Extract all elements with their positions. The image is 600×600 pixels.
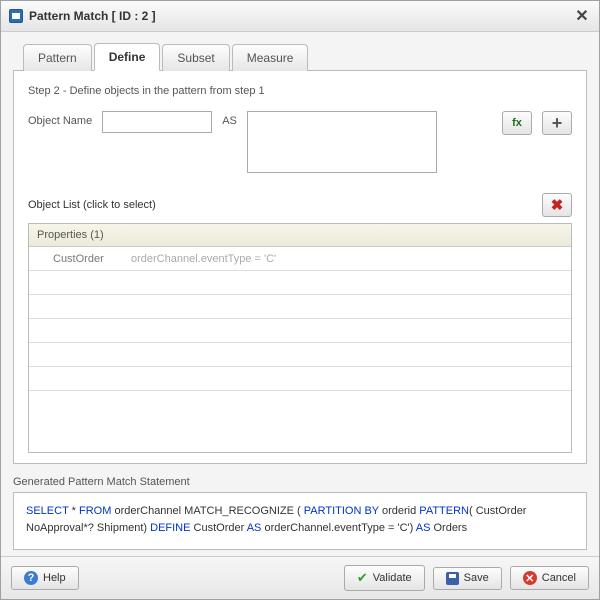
tabs: Pattern Define Subset Measure	[23, 42, 587, 70]
table-body: CustOrder orderChannel.eventType = 'C'	[29, 247, 571, 391]
object-list-label: Object List (click to select)	[28, 199, 156, 211]
table-row[interactable]	[29, 367, 571, 391]
table-row[interactable]: CustOrder orderChannel.eventType = 'C'	[29, 247, 571, 271]
plus-icon: +	[552, 113, 563, 134]
cancel-label: Cancel	[542, 572, 576, 584]
fx-icon: fx	[512, 117, 522, 129]
table-row[interactable]	[29, 319, 571, 343]
cancel-icon: ✕	[523, 571, 537, 585]
object-input-row: Object Name AS fx +	[28, 111, 572, 173]
dialog-body: Pattern Define Subset Measure Step 2 - D…	[1, 32, 599, 556]
dialog: Pattern Match [ ID : 2 ] ✕ Pattern Defin…	[0, 0, 600, 600]
delete-icon: ✖	[551, 196, 564, 214]
table-row[interactable]	[29, 343, 571, 367]
object-list-header: Object List (click to select) ✖	[28, 193, 572, 217]
tab-define[interactable]: Define	[94, 43, 161, 71]
generated-statement: SELECT * FROM orderChannel MATCH_RECOGNI…	[13, 492, 587, 550]
table-header: Properties (1)	[29, 224, 571, 247]
titlebar: Pattern Match [ ID : 2 ] ✕	[1, 1, 599, 32]
save-icon	[446, 572, 459, 585]
object-name-input[interactable]	[102, 111, 212, 133]
save-label: Save	[464, 572, 489, 584]
delete-button[interactable]: ✖	[542, 193, 572, 217]
app-icon	[9, 9, 23, 23]
step-label: Step 2 - Define objects in the pattern f…	[28, 85, 572, 97]
footer: ? Help ✔ Validate Save ✕ Cancel	[1, 556, 599, 599]
help-icon: ?	[24, 571, 38, 585]
close-icon[interactable]: ✕	[573, 6, 591, 26]
dialog-title: Pattern Match [ ID : 2 ]	[29, 9, 573, 23]
cancel-button[interactable]: ✕ Cancel	[510, 566, 589, 590]
table-row[interactable]	[29, 295, 571, 319]
add-button[interactable]: +	[542, 111, 572, 135]
object-name-label: Object Name	[28, 111, 92, 127]
validate-button[interactable]: ✔ Validate	[344, 565, 425, 591]
row-name: CustOrder	[53, 253, 113, 265]
as-input[interactable]	[247, 111, 437, 173]
generated-section: Generated Pattern Match Statement SELECT…	[13, 476, 587, 550]
table-row[interactable]	[29, 271, 571, 295]
tab-pattern[interactable]: Pattern	[23, 44, 92, 71]
generated-label: Generated Pattern Match Statement	[13, 476, 587, 488]
validate-label: Validate	[373, 572, 412, 584]
row-expr: orderChannel.eventType = 'C'	[131, 253, 276, 265]
help-label: Help	[43, 572, 66, 584]
expression-builder-button[interactable]: fx	[502, 111, 532, 135]
save-button[interactable]: Save	[433, 567, 502, 590]
check-icon: ✔	[357, 570, 368, 586]
tabpanel-define: Step 2 - Define objects in the pattern f…	[13, 70, 587, 464]
tab-subset[interactable]: Subset	[162, 44, 229, 71]
as-label: AS	[222, 111, 237, 127]
help-button[interactable]: ? Help	[11, 566, 79, 590]
object-list-table: Properties (1) CustOrder orderChannel.eve…	[28, 223, 572, 453]
tab-measure[interactable]: Measure	[232, 44, 309, 71]
